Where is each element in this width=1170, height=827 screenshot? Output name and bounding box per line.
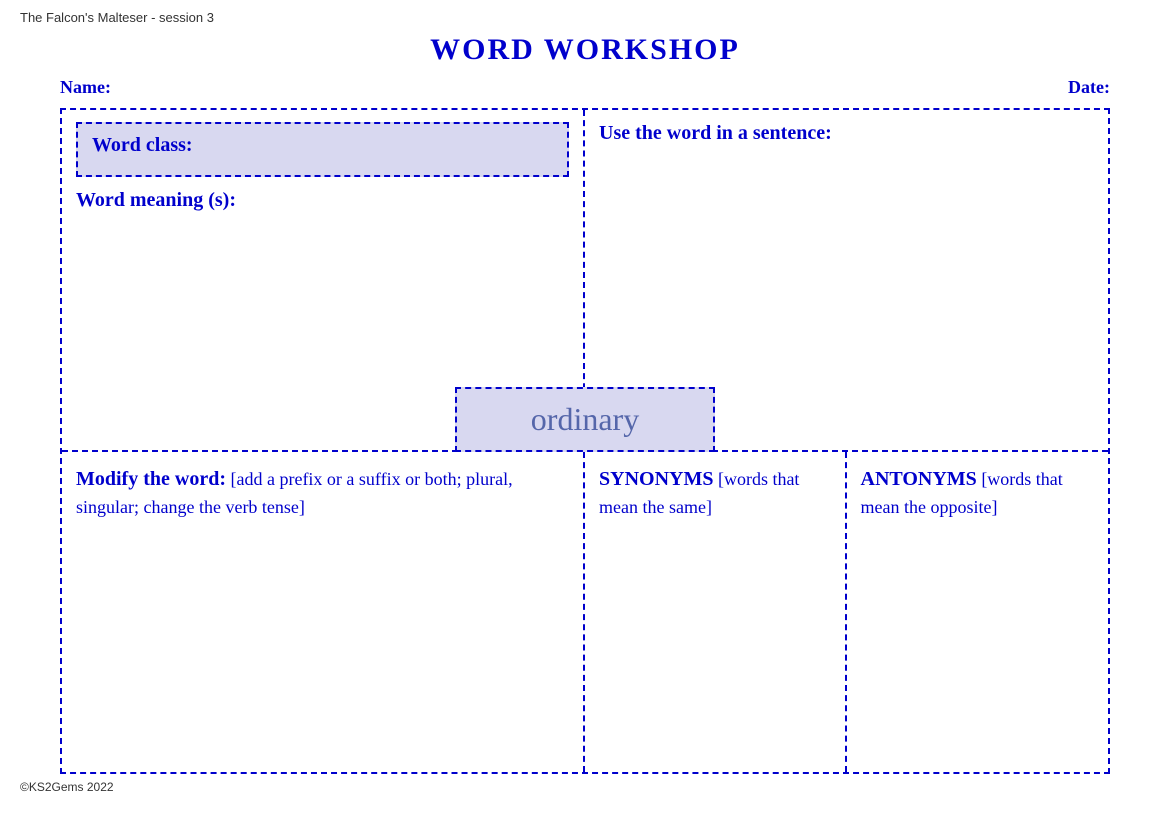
modify-label: Modify the word: [add a prefix or a suff…: [76, 464, 569, 521]
synonyms-label-bold: SYNONYMS: [599, 468, 713, 490]
synonyms-label: SYNONYMS [words that mean the same]: [599, 464, 831, 521]
footer: ©KS2Gems 2022: [0, 774, 1170, 800]
word-class-box[interactable]: Word class:: [76, 122, 569, 177]
date-label: Date:: [1068, 77, 1110, 98]
ordinary-word-box: ordinary: [455, 387, 715, 452]
bottom-right-panel: ANTONYMS [words that mean the opposite]: [847, 452, 1109, 772]
use-sentence-label: Use the word in a sentence:: [599, 122, 1094, 145]
antonyms-label: ANTONYMS [words that mean the opposite]: [861, 464, 1095, 521]
antonyms-label-bold: ANTONYMS: [861, 468, 977, 490]
bottom-middle-panel: SYNONYMS [words that mean the same]: [585, 452, 847, 772]
bottom-left-panel: Modify the word: [add a prefix or a suff…: [62, 452, 585, 772]
name-date-row: Name: Date:: [0, 77, 1170, 98]
main-grid: Word class: Word meaning (s): Use the wo…: [60, 108, 1110, 774]
main-title: WORD WORKSHOP: [0, 25, 1170, 77]
center-word-container: ordinary: [455, 387, 715, 452]
page-header-top: The Falcon's Malteser - session 3: [0, 0, 1170, 25]
copyright-text: ©KS2Gems 2022: [20, 780, 114, 794]
word-class-label: Word class:: [92, 134, 193, 156]
bottom-row: Modify the word: [add a prefix or a suff…: [62, 452, 1108, 772]
modify-label-bold: Modify the word:: [76, 468, 226, 490]
ordinary-word-text: ordinary: [531, 401, 639, 437]
word-meaning-label: Word meaning (s):: [76, 189, 569, 212]
name-label: Name:: [60, 77, 111, 98]
top-row: Word class: Word meaning (s): Use the wo…: [62, 110, 1108, 452]
session-label: The Falcon's Malteser - session 3: [20, 10, 214, 25]
